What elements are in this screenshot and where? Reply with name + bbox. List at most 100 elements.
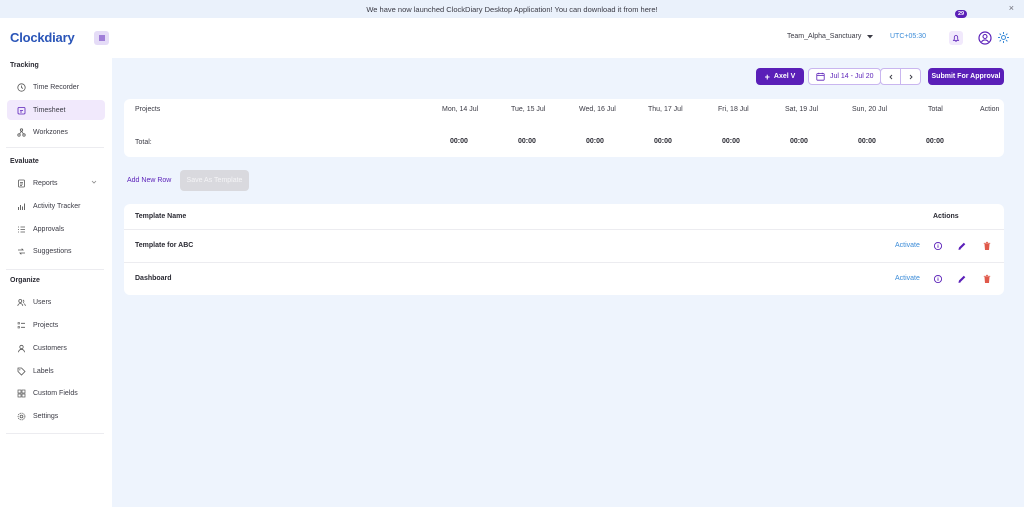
sidebar-item-users[interactable]: Users bbox=[7, 292, 105, 312]
sidebar: Tracking Time Recorder Timesheet Workzon… bbox=[0, 58, 112, 507]
sidebar-item-label: Timesheet bbox=[33, 106, 66, 114]
sidebar-item-labels[interactable]: Labels bbox=[7, 361, 105, 381]
sidebar-divider bbox=[6, 269, 104, 270]
sidebar-item-settings[interactable]: Settings bbox=[7, 406, 105, 426]
activate-link[interactable]: Activate bbox=[895, 242, 920, 249]
announcement-banner[interactable]: We have now launched ClockDiary Desktop … bbox=[0, 0, 1024, 18]
banner-text[interactable]: We have now launched ClockDiary Desktop … bbox=[366, 5, 657, 14]
menu-icon bbox=[98, 35, 105, 41]
sidebar-item-label: Custom Fields bbox=[33, 389, 78, 397]
day-total: 00:00 bbox=[858, 138, 876, 145]
sidebar-divider bbox=[6, 147, 104, 148]
app-logo[interactable]: Clockdiary bbox=[10, 30, 75, 45]
user-filter-label: Axel V bbox=[773, 73, 796, 80]
sidebar-item-workzones[interactable]: Workzones bbox=[7, 122, 105, 142]
user-filter-button[interactable]: + Axel V bbox=[756, 68, 804, 85]
column-header-actions: Actions bbox=[933, 213, 959, 220]
settings-icon bbox=[17, 412, 26, 421]
delete-icon[interactable] bbox=[982, 274, 992, 284]
projects-icon bbox=[17, 321, 26, 330]
section-title-evaluate: Evaluate bbox=[10, 158, 39, 165]
templates-table: Template Name Actions Template for ABC A… bbox=[124, 204, 1004, 295]
activity-icon bbox=[17, 202, 26, 211]
sidebar-item-suggestions[interactable]: Suggestions bbox=[7, 241, 105, 261]
calendar-icon bbox=[816, 72, 825, 81]
timesheet-icon bbox=[17, 106, 26, 115]
sidebar-item-customers[interactable]: Customers bbox=[7, 338, 105, 358]
team-name: Team_Alpha_Sanctuary bbox=[787, 33, 862, 40]
workzones-icon bbox=[17, 127, 26, 137]
column-header-day: Tue, 15 Jul bbox=[511, 106, 546, 113]
chevron-left-icon bbox=[888, 74, 892, 79]
sidebar-item-label: Labels bbox=[33, 367, 54, 375]
total-row-label: Total: bbox=[135, 139, 152, 146]
banner-close-button[interactable]: × bbox=[1009, 3, 1014, 13]
caret-down-icon bbox=[867, 34, 874, 38]
day-total: 00:00 bbox=[722, 138, 740, 145]
sidebar-item-label: Settings bbox=[33, 412, 59, 420]
approvals-icon bbox=[17, 225, 26, 234]
sidebar-item-approvals[interactable]: Approvals bbox=[7, 219, 105, 239]
customers-icon bbox=[17, 344, 26, 353]
custom-fields-icon bbox=[17, 389, 26, 398]
date-range-picker[interactable]: Jul 14 - Jul 20 bbox=[808, 68, 881, 85]
sidebar-item-label: Activity Tracker bbox=[33, 202, 81, 210]
section-title-organize: Organize bbox=[10, 277, 40, 284]
submit-for-approval-button[interactable]: Submit For Approval bbox=[928, 68, 1004, 85]
clock-icon bbox=[17, 82, 26, 92]
previous-week-button[interactable] bbox=[880, 68, 901, 85]
add-new-row-link[interactable]: Add New Row bbox=[127, 177, 171, 184]
top-header: Clockdiary Team_Alpha_Sanctuary UTC+05:3… bbox=[0, 10, 1024, 58]
column-header-day: Fri, 18 Jul bbox=[718, 106, 749, 113]
menu-toggle-button[interactable] bbox=[94, 31, 109, 45]
gear-icon[interactable] bbox=[997, 31, 1010, 44]
next-week-button[interactable] bbox=[900, 68, 921, 85]
bell-icon[interactable] bbox=[949, 31, 963, 45]
timezone-label[interactable]: UTC+05:30 bbox=[890, 33, 926, 40]
column-header-day: Sat, 19 Jul bbox=[785, 106, 819, 113]
activate-link[interactable]: Activate bbox=[895, 275, 920, 282]
sidebar-item-label: Reports bbox=[33, 179, 58, 187]
sidebar-item-projects[interactable]: Projects bbox=[7, 315, 105, 335]
user-account-icon[interactable] bbox=[978, 31, 992, 45]
team-selector[interactable]: Team_Alpha_Sanctuary bbox=[787, 33, 874, 40]
column-header-total: Total bbox=[928, 106, 943, 113]
edit-icon[interactable] bbox=[957, 241, 967, 251]
day-total: 00:00 bbox=[586, 138, 604, 145]
day-total: 00:00 bbox=[790, 138, 808, 145]
day-total: 00:00 bbox=[518, 138, 536, 145]
labels-icon bbox=[17, 367, 26, 376]
column-header-day: Sun, 20 Jul bbox=[852, 106, 888, 113]
info-icon[interactable] bbox=[933, 241, 943, 251]
save-as-template-button[interactable]: Save As Template bbox=[180, 170, 249, 191]
sidebar-item-label: Suggestions bbox=[33, 247, 72, 255]
day-total: 00:00 bbox=[654, 138, 672, 145]
template-name: Template for ABC bbox=[135, 242, 194, 249]
sidebar-item-label: Time Recorder bbox=[33, 83, 80, 91]
delete-icon[interactable] bbox=[982, 241, 992, 251]
sidebar-item-reports[interactable]: Reports bbox=[7, 173, 105, 193]
plus-icon: + bbox=[764, 71, 770, 82]
sidebar-item-timesheet[interactable]: Timesheet bbox=[7, 100, 105, 120]
table-row: Template for ABC Activate bbox=[124, 229, 1004, 262]
table-row: Dashboard Activate bbox=[124, 262, 1004, 295]
sidebar-item-custom-fields[interactable]: Custom Fields bbox=[7, 383, 105, 403]
sidebar-item-label: Workzones bbox=[33, 128, 68, 136]
sidebar-item-label: Customers bbox=[33, 344, 67, 352]
column-header-projects: Projects bbox=[135, 106, 161, 113]
grand-total: 00:00 bbox=[926, 138, 944, 145]
sidebar-item-activity-tracker[interactable]: Activity Tracker bbox=[7, 196, 105, 216]
sidebar-item-time-recorder[interactable]: Time Recorder bbox=[7, 77, 105, 97]
chevron-down-icon bbox=[91, 180, 97, 184]
notification-count-badge: 29 bbox=[955, 10, 968, 18]
date-range-label: Jul 14 - Jul 20 bbox=[830, 73, 874, 80]
info-icon[interactable] bbox=[933, 274, 943, 284]
section-title-tracking: Tracking bbox=[10, 62, 39, 69]
column-header-template-name: Template Name bbox=[135, 213, 187, 220]
column-header-day: Mon, 14 Jul bbox=[442, 106, 479, 113]
edit-icon[interactable] bbox=[957, 274, 967, 284]
day-total: 00:00 bbox=[450, 138, 468, 145]
template-name: Dashboard bbox=[135, 275, 172, 282]
users-icon bbox=[17, 298, 26, 307]
sidebar-item-label: Users bbox=[33, 298, 52, 306]
